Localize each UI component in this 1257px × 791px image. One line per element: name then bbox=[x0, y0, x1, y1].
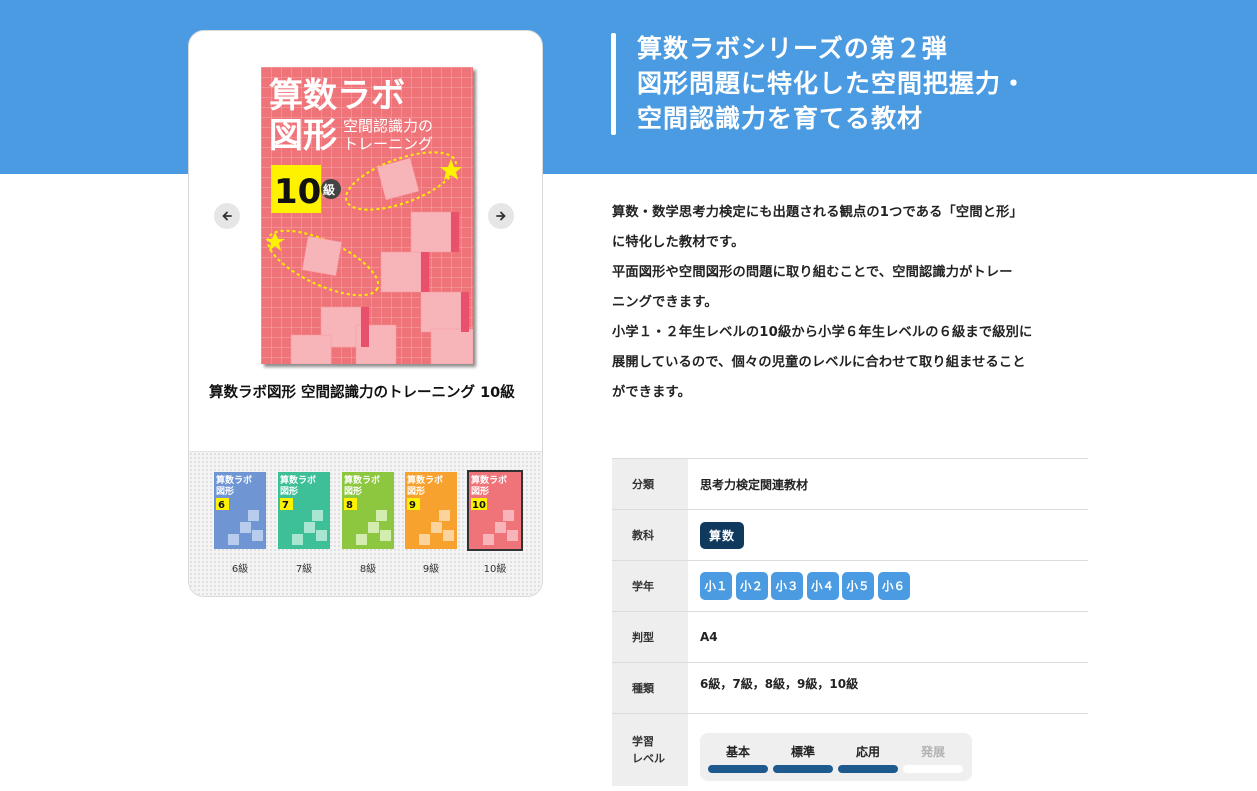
thumbnail-9-label: 9級 bbox=[422, 564, 440, 575]
description-line-2: に特化した教材です。 bbox=[612, 235, 745, 250]
spec-level-label-line-1: 学習 bbox=[632, 735, 654, 748]
grade-badge-3: 小３ bbox=[771, 572, 803, 600]
spec-types-value: 6級，7級，8級，9級，10級 bbox=[700, 677, 859, 691]
description-line-3: 平面図形や空間図形の問題に取り組むことで、空間認識力がトレー bbox=[612, 265, 1013, 280]
level-standard-bar bbox=[773, 765, 833, 773]
grade-badge-1: 小１ bbox=[700, 572, 732, 600]
level-advanced-label: 発展 bbox=[920, 745, 945, 759]
spec-category-label: 分類 bbox=[612, 459, 688, 509]
thumbnail-8-cover-image: 算数ラボ 図形 8 bbox=[342, 472, 394, 549]
spec-level-label: 学習 レベル bbox=[612, 714, 688, 786]
thumbnail-9[interactable]: 算数ラボ 図形 9 9級 bbox=[403, 472, 459, 575]
spec-types-label: 種類 bbox=[612, 663, 688, 713]
headline-line-1: 算数ラボシリーズの第２弾 bbox=[637, 34, 948, 63]
thumbnail-10-label: 10級 bbox=[483, 564, 507, 575]
cover-level-number: 10 bbox=[274, 172, 321, 212]
grade-badge-4: 小４ bbox=[806, 572, 839, 600]
description-line-5: 小学１・２年生レベルの10級から小学６年生レベルの６級まで級別に bbox=[612, 325, 1033, 340]
thumbnail-6-number: 6 bbox=[218, 500, 225, 511]
thumbnail-8-brand: 算数ラボ bbox=[344, 474, 380, 486]
thumbnail-6-label: 6級 bbox=[231, 564, 249, 575]
thumbnail-6-kind: 図形 bbox=[216, 485, 234, 497]
spec-category-value: 思考力検定関連教材 bbox=[700, 477, 809, 492]
level-basic-label: 基本 bbox=[725, 745, 750, 759]
level-basic-bar bbox=[708, 765, 768, 773]
level-advanced-bar bbox=[903, 765, 963, 773]
description-line-6: 展開しているので、個々の児童のレベルに合わせて取り組ませること bbox=[612, 355, 1026, 370]
product-title: 算数ラボ図形 空間認識力のトレーニング 10級 bbox=[209, 385, 515, 401]
grade-badge-5: 小５ bbox=[842, 572, 874, 600]
thumbnail-10-brand: 算数ラボ bbox=[471, 474, 507, 486]
arrow-left-icon bbox=[222, 211, 232, 221]
spec-subject-cell: 算数 bbox=[688, 510, 1088, 560]
thumbnail-7[interactable]: 算数ラボ 図形 7 7級 bbox=[276, 472, 332, 575]
cover-kind: 図形 bbox=[269, 116, 337, 156]
cover-subtitle-1: 空間認識力の bbox=[343, 117, 433, 135]
level-standard-label: 標準 bbox=[790, 745, 815, 759]
thumbnail-7-kind: 図形 bbox=[280, 485, 298, 497]
cover-brand: 算数ラボ bbox=[269, 76, 405, 116]
thumbnail-10-kind: 図形 bbox=[471, 485, 489, 497]
next-arrow-button[interactable] bbox=[488, 203, 514, 229]
product-description: 算数・数学思考力検定にも出題される観点の1つである「空間と形」 に特化した教材で… bbox=[612, 198, 1090, 408]
product-card: 算数ラボ 図形 空間認識力の トレーニング 10 級 算数ラボ図形 空間認識力の… bbox=[188, 30, 543, 597]
cover-level-suffix: 級 bbox=[323, 182, 335, 197]
spec-row-category: 分類 思考力検定関連教材 bbox=[612, 459, 1088, 510]
thumbnail-7-cover-image: 算数ラボ 図形 7 bbox=[278, 472, 330, 549]
spec-level-label-line-2: レベル bbox=[632, 752, 665, 765]
spec-row-types: 種類 6級，7級，8級，9級，10級 bbox=[612, 663, 1088, 714]
description-line-4: ニングできます。 bbox=[612, 295, 718, 310]
thumbnail-8-label: 8級 bbox=[359, 564, 377, 575]
thumbnail-9-number: 9 bbox=[409, 500, 416, 511]
learning-level-indicator: 基本 標準 応用 発展 bbox=[700, 733, 972, 781]
thumbnail-8-kind: 図形 bbox=[344, 485, 362, 497]
spec-row-level: 学習 レベル 基本 標準 応用 発展 bbox=[612, 714, 1088, 786]
spec-grade-label: 学年 bbox=[612, 561, 688, 611]
arrow-right-icon bbox=[496, 211, 506, 221]
book-cover-image: 算数ラボ 図形 空間認識力の トレーニング 10 級 bbox=[261, 67, 473, 364]
spec-row-grade: 学年 小１ 小２ 小３ 小４ 小５ 小６ bbox=[612, 561, 1088, 612]
thumbnail-9-kind: 図形 bbox=[407, 485, 425, 497]
thumbnail-7-number: 7 bbox=[282, 500, 289, 511]
spec-row-subject: 教科 算数 bbox=[612, 510, 1088, 561]
spec-table: 分類 思考力検定関連教材 教科 算数 学年 小１ 小２ 小３ 小４ 小５ 小６ … bbox=[612, 458, 1088, 786]
thumbnail-7-brand: 算数ラボ bbox=[280, 474, 316, 486]
grade-badge-6: 小６ bbox=[877, 572, 910, 600]
spec-grade-cell: 小１ 小２ 小３ 小４ 小５ 小６ bbox=[688, 561, 1088, 611]
spec-level-cell: 基本 標準 応用 発展 bbox=[688, 714, 1088, 786]
thumbnail-9-brand: 算数ラボ bbox=[407, 474, 443, 486]
thumbnail-6-brand: 算数ラボ bbox=[216, 474, 252, 486]
spec-size-label: 判型 bbox=[612, 612, 688, 662]
thumbnail-6[interactable]: 算数ラボ 図形 6 6級 bbox=[212, 472, 268, 575]
thumbnail-9-cover-image: 算数ラボ 図形 9 bbox=[405, 472, 457, 549]
level-applied-bar bbox=[838, 765, 898, 773]
headline-line-2: 図形問題に特化した空間把握力・ bbox=[637, 69, 1028, 98]
spec-size-value: A4 bbox=[700, 630, 718, 644]
thumbnail-10[interactable]: 算数ラボ 図形 10 10級 bbox=[467, 470, 523, 575]
headline-line-3: 空間認識力を育てる教材 bbox=[637, 104, 924, 133]
description-line-7: ができます。 bbox=[612, 385, 692, 400]
prev-arrow-button[interactable] bbox=[214, 203, 240, 229]
headline-accent-bar bbox=[611, 33, 616, 135]
thumbnail-8[interactable]: 算数ラボ 図形 8 8級 bbox=[340, 472, 396, 575]
thumbnail-6-cover-image: 算数ラボ 図形 6 bbox=[214, 472, 266, 549]
cover-subtitle-2: トレーニング bbox=[343, 135, 433, 153]
thumbnail-8-number: 8 bbox=[346, 500, 353, 511]
thumbnail-10-number: 10 bbox=[472, 500, 486, 511]
description-line-1: 算数・数学思考力検定にも出題される観点の1つである「空間と形」 bbox=[612, 205, 1023, 220]
page-headline: 算数ラボシリーズの第２弾 図形問題に特化した空間把握力・ 空間認識力を育てる教材 bbox=[637, 31, 1197, 136]
thumbnail-7-label: 7級 bbox=[295, 564, 313, 575]
thumbnail-strip: 算数ラボ 図形 6 6級 算数ラボ 図形 7 7級 算数ラボ 図形 8 8級 算… bbox=[189, 451, 542, 596]
spec-subject-label: 教科 bbox=[612, 510, 688, 560]
subject-badge: 算数 bbox=[700, 521, 745, 549]
grade-badge-2: 小２ bbox=[735, 572, 768, 600]
level-applied-label: 応用 bbox=[855, 745, 880, 759]
thumbnail-10-cover-image: 算数ラボ 図形 10 bbox=[467, 470, 523, 551]
spec-row-size: 判型 A4 bbox=[612, 612, 1088, 663]
